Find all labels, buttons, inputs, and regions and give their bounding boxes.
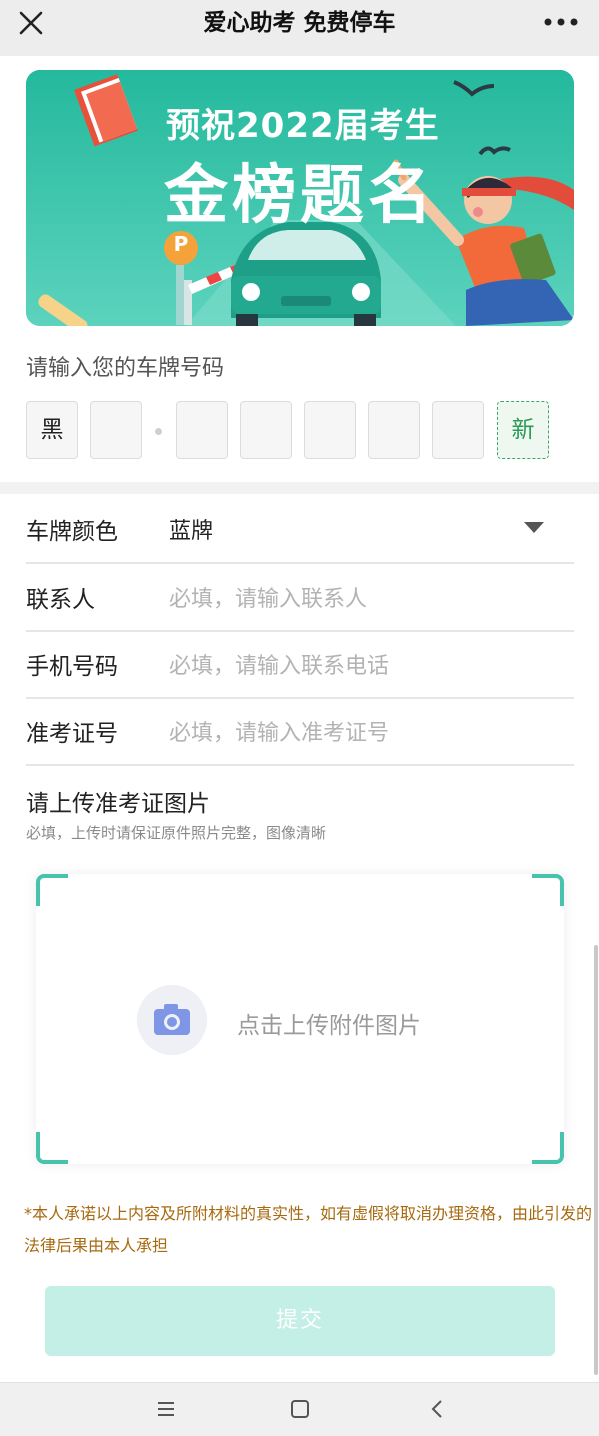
banner-line1: 预祝2022届考生 xyxy=(166,106,440,146)
plate-color-label: 车牌颜色 xyxy=(26,519,118,545)
plate-province-box[interactable]: 黑 xyxy=(26,401,78,459)
plate-char-box[interactable] xyxy=(304,401,356,459)
ticket-input[interactable]: 必填，请输入准考证号 xyxy=(169,715,389,747)
top-bar: 爱心助考 免费停车 xyxy=(0,0,599,56)
ticket-label: 准考证号 xyxy=(26,721,118,747)
contact-row: 联系人 必填，请输入联系人 xyxy=(26,564,574,632)
disclaimer-text: *本人承诺以上内容及所附材料的真实性，如有虚假将取消办理资格，由此引发的法律后果… xyxy=(24,1204,593,1255)
upload-hint: 必填，上传时请保证原件照片完整，图像清晰 xyxy=(26,824,327,842)
plate-char-box[interactable] xyxy=(432,401,484,459)
frame-corner xyxy=(532,874,564,906)
new-energy-plate-box[interactable]: 新 xyxy=(497,401,549,459)
plate-char-box[interactable] xyxy=(90,401,142,459)
frame-corner xyxy=(36,874,68,906)
menu-icon[interactable] xyxy=(154,1397,178,1421)
submit-button[interactable]: 提交 xyxy=(45,1286,555,1356)
more-icon[interactable] xyxy=(543,16,579,28)
phone-row: 手机号码 必填，请输入联系电话 xyxy=(26,631,574,699)
camera-icon xyxy=(154,1004,190,1035)
banner-line2: 金榜题名 xyxy=(164,159,436,233)
back-icon[interactable] xyxy=(426,1397,450,1421)
contact-label: 联系人 xyxy=(26,587,95,613)
system-nav-bar xyxy=(0,1382,599,1436)
ticket-row: 准考证号 必填，请输入准考证号 xyxy=(26,698,574,766)
section-divider xyxy=(0,482,599,494)
upload-area[interactable]: 点击上传附件图片 xyxy=(36,874,564,1164)
plate-char-box[interactable] xyxy=(240,401,292,459)
page-title: 爱心助考 免费停车 xyxy=(203,10,396,36)
plate-separator-dot xyxy=(155,428,162,435)
parking-sign: P xyxy=(173,232,189,256)
plate-label: 请输入您的车牌号码 xyxy=(26,356,225,381)
frame-corner xyxy=(532,1132,564,1164)
plate-char-box[interactable] xyxy=(368,401,420,459)
phone-label: 手机号码 xyxy=(26,654,118,680)
frame-corner xyxy=(36,1132,68,1164)
promo-banner: 预祝2022届考生 金榜题名 P xyxy=(26,70,574,326)
contact-input[interactable]: 必填，请输入联系人 xyxy=(169,581,367,613)
plate-color-value[interactable]: 蓝牌 xyxy=(169,513,213,545)
upload-button-text[interactable]: 点击上传附件图片 xyxy=(237,1006,421,1040)
phone-input[interactable]: 必填，请输入联系电话 xyxy=(169,648,389,680)
plate-color-row[interactable]: 车牌颜色 蓝牌 xyxy=(26,496,574,564)
home-icon[interactable] xyxy=(288,1397,312,1421)
scrollbar[interactable] xyxy=(594,945,598,1375)
plate-char-box[interactable] xyxy=(176,401,228,459)
camera-button[interactable] xyxy=(137,985,207,1055)
chevron-down-icon[interactable] xyxy=(524,522,544,533)
upload-title: 请上传准考证图片 xyxy=(26,791,210,817)
